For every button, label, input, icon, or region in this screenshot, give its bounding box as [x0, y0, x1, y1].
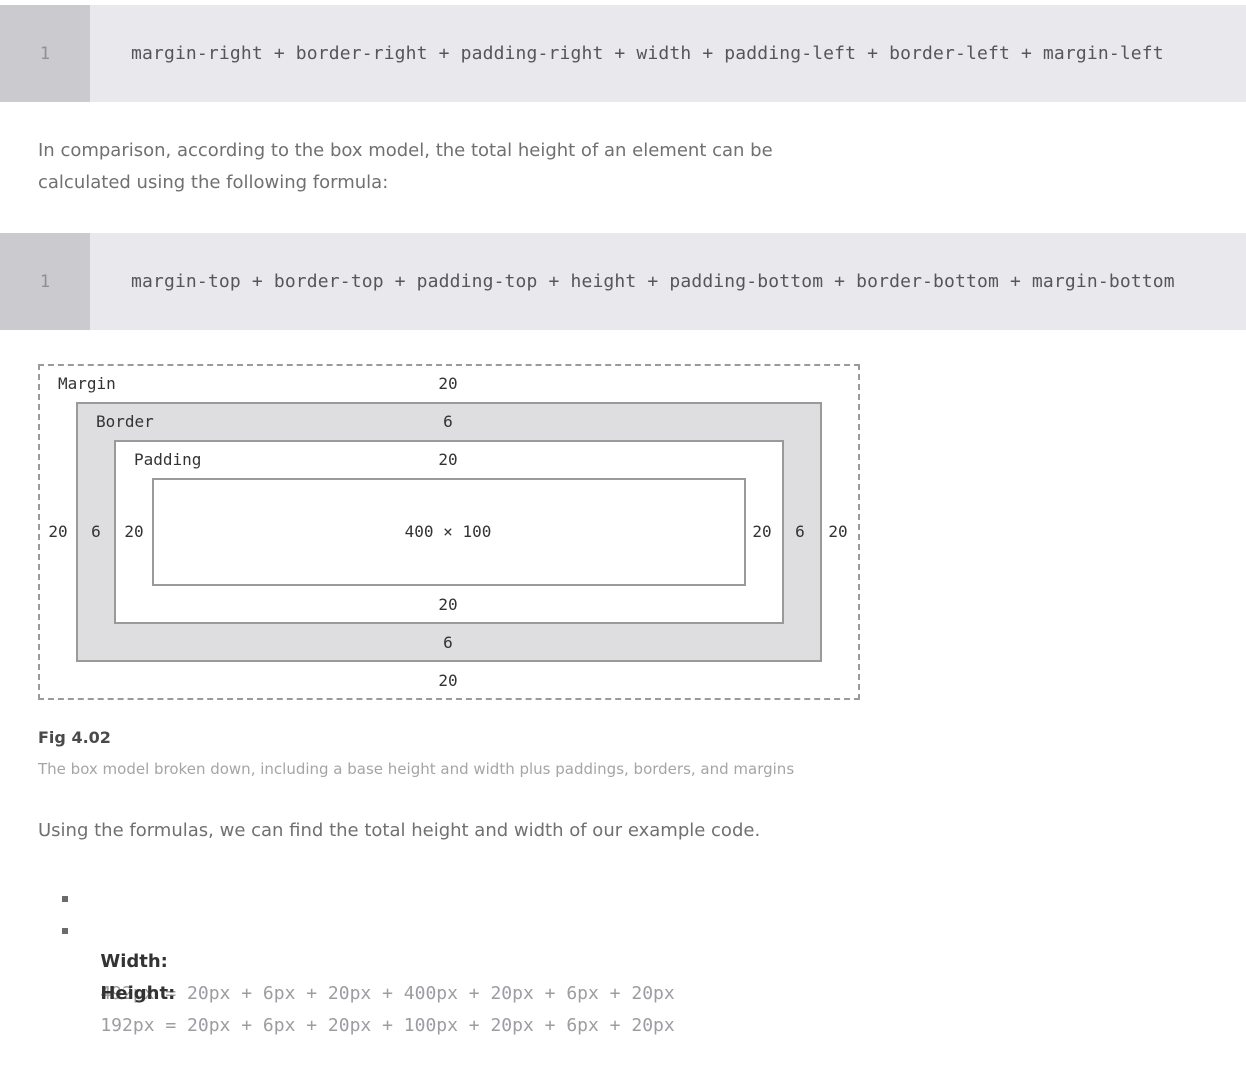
code-block-width: 1 margin-right + border-right + padding-… — [0, 5, 1246, 102]
result-label: Width: — [100, 951, 175, 972]
border-left-value: 6 — [91, 522, 101, 541]
border-right-value: 6 — [795, 522, 805, 541]
code-line-width-formula: margin-right + border-right + padding-ri… — [131, 43, 1164, 64]
padding-right-value: 20 — [752, 522, 772, 541]
content-size: 400 × 100 — [404, 522, 492, 541]
border-label: Border — [96, 412, 154, 431]
line-number: 1 — [0, 5, 90, 102]
paragraph-formulas: Using the formulas, we can find the tota… — [38, 820, 761, 841]
figure-caption: The box model broken down, including a b… — [38, 760, 795, 778]
margin-label: Margin — [58, 374, 116, 393]
list-item: Height: 192px = 20px + 6px + 20px + 100p… — [60, 914, 675, 1036]
figure-title: Fig 4.02 — [38, 728, 111, 747]
margin-left-value: 20 — [48, 522, 68, 541]
line-number: 1 — [0, 233, 90, 330]
padding-left-value: 20 — [124, 522, 144, 541]
result-value: 492px = 20px + 6px + 20px + 400px + 20px… — [100, 983, 675, 1004]
padding-top-value: 20 — [438, 450, 458, 469]
result-label: Height: — [100, 983, 182, 1004]
code-line-height-formula: margin-top + border-top + padding-top + … — [131, 271, 1175, 292]
bullet-icon — [62, 928, 68, 934]
margin-right-value: 20 — [828, 522, 848, 541]
margin-top-value: 20 — [438, 374, 458, 393]
border-top-value: 6 — [443, 412, 453, 431]
margin-bottom-value: 20 — [438, 671, 458, 690]
code-block-height: 1 margin-top + border-top + padding-top … — [0, 233, 1246, 330]
box-model-diagram: Margin Border Padding 20 6 20 400 × 100 … — [38, 364, 860, 700]
padding-label: Padding — [134, 450, 202, 469]
padding-bottom-value: 20 — [438, 595, 458, 614]
results-list: Width: 492px = 20px + 6px + 20px + 400px… — [60, 882, 675, 1036]
result-value: 192px = 20px + 6px + 20px + 100px + 20px… — [100, 1015, 675, 1036]
bullet-icon — [62, 896, 68, 902]
paragraph-height-intro: In comparison, according to the box mode… — [38, 140, 773, 193]
border-bottom-value: 6 — [443, 633, 453, 652]
list-item: Width: 492px = 20px + 6px + 20px + 400px… — [60, 882, 675, 1004]
